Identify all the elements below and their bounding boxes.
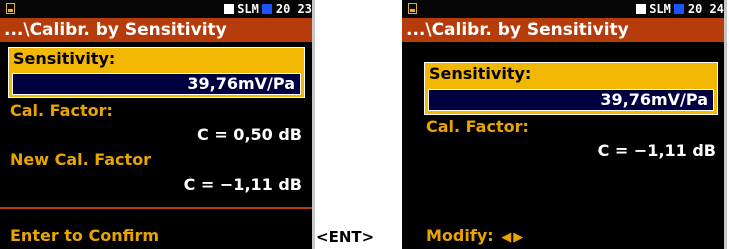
device-screen-before: SLM 20 23 ...\Calibr. by Sensitivity Sens… [0, 0, 315, 249]
modify-hint: Modify: ◀ ▶ [426, 226, 523, 245]
blue-indicator-icon [673, 4, 684, 14]
battery-icon [408, 3, 417, 14]
menu-path: ...\Calibr. by Sensitivity [402, 18, 724, 42]
battery-icon [6, 3, 15, 14]
cal-factor-value: C = −1,11 dB [597, 141, 716, 160]
new-cal-factor-label: New Cal. Factor [10, 150, 152, 169]
device-screen-after: SLM 20 24 ...\Calibr. by Sensitivity Sens… [402, 0, 727, 249]
sensitivity-row[interactable]: Sensitivity: 39,76mV/Pa [424, 62, 718, 115]
new-cal-factor-value: C = −1,11 dB [183, 175, 302, 194]
arrow-left-icon: ◀ [501, 230, 512, 245]
clock-time: 20 23 [275, 2, 312, 16]
status-bar: SLM 20 23 [0, 0, 312, 18]
cal-factor-label: Cal. Factor: [10, 101, 113, 120]
blue-indicator-icon [261, 4, 272, 14]
sensitivity-value-field[interactable]: 39,76mV/Pa [12, 73, 301, 95]
arrow-right-icon: ▶ [513, 230, 524, 245]
modify-label: Modify: [426, 226, 494, 245]
sensitivity-value-field[interactable]: 39,76mV/Pa [428, 89, 714, 111]
menu-path: ...\Calibr. by Sensitivity [0, 18, 312, 42]
divider [0, 207, 312, 209]
mode-label: SLM [649, 2, 671, 16]
sensitivity-label: Sensitivity: [429, 64, 532, 83]
confirm-hint: Enter to Confirm [10, 226, 160, 245]
mode-label: SLM [237, 2, 259, 16]
status-bar: SLM 20 24 [402, 0, 724, 18]
sensitivity-label: Sensitivity: [13, 49, 116, 68]
sensitivity-row[interactable]: Sensitivity: 39,76mV/Pa [8, 47, 305, 98]
mode-indicator-icon [636, 4, 647, 14]
mode-indicator-icon [224, 4, 235, 14]
clock-time: 20 24 [687, 2, 724, 16]
cal-factor-label: Cal. Factor: [426, 117, 529, 136]
enter-key-label: <ENT> [316, 228, 375, 246]
cal-factor-value: C = 0,50 dB [197, 125, 302, 144]
